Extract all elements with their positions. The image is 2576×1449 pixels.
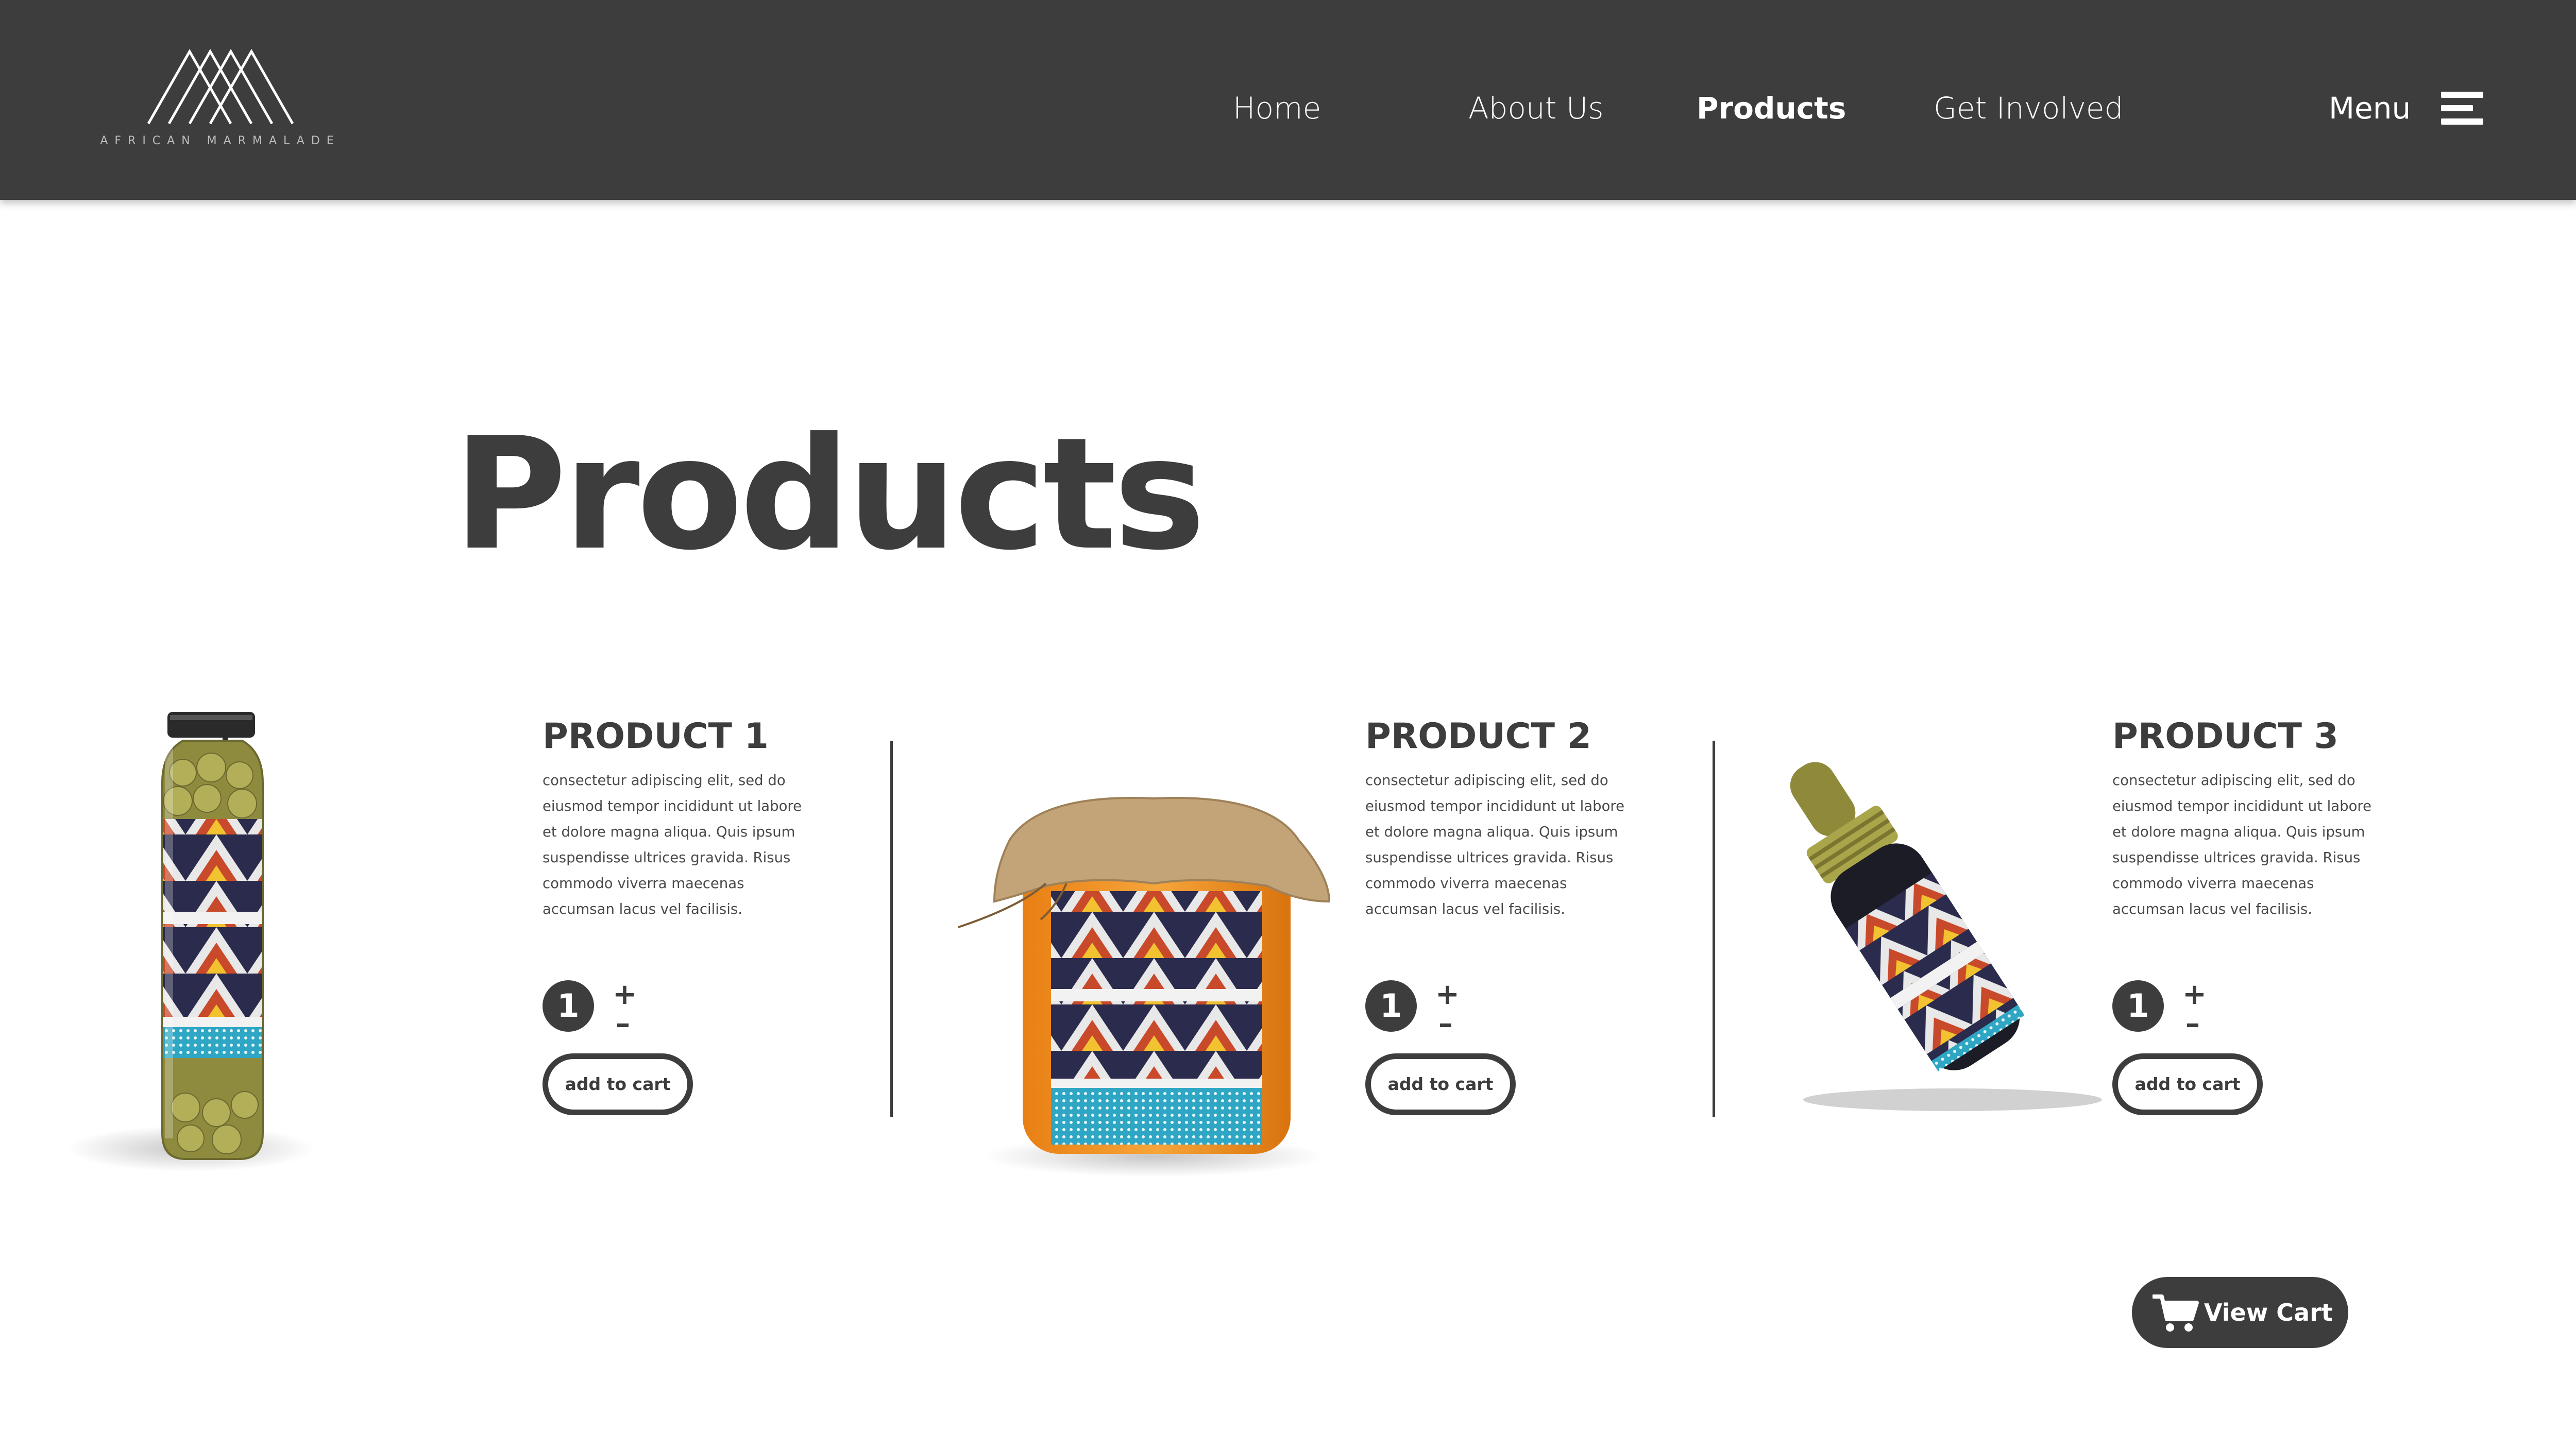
product-1-add-to-cart-button[interactable]: add to cart bbox=[543, 1053, 693, 1115]
product-2-decrement-button[interactable]: – bbox=[1435, 1010, 1456, 1038]
hamburger-icon[interactable] bbox=[2441, 92, 2483, 125]
product-1-quantity: 1 bbox=[543, 980, 594, 1032]
product-1-image bbox=[67, 712, 314, 1172]
product-3-decrement-button[interactable]: – bbox=[2182, 1010, 2203, 1038]
nav-products[interactable]: Products bbox=[1697, 88, 1846, 129]
product-1-name: PRODUCT 1 bbox=[543, 716, 769, 757]
nav-get-involved[interactable]: Get Involved bbox=[1934, 88, 2123, 129]
view-cart-button[interactable]: View Cart bbox=[2132, 1277, 2348, 1348]
product-1-increment-button[interactable]: + bbox=[613, 980, 637, 1009]
product-1-description: consectetur adipiscing elit, sed do eius… bbox=[543, 772, 802, 917]
product-divider bbox=[1713, 741, 1715, 1117]
product-3-name: PRODUCT 3 bbox=[2112, 716, 2338, 757]
shopping-cart-icon bbox=[2153, 1294, 2199, 1332]
nav-about-us[interactable]: About Us bbox=[1468, 88, 1604, 129]
product-2-name: PRODUCT 2 bbox=[1365, 716, 1591, 757]
mountains-logo-icon bbox=[147, 49, 294, 125]
logo-text: AFRICAN MARMALADE bbox=[100, 134, 341, 147]
product-3-add-to-cart-button[interactable]: add to cart bbox=[2112, 1053, 2263, 1115]
view-cart-label: View Cart bbox=[2204, 1299, 2333, 1326]
product-2-increment-button[interactable]: + bbox=[1435, 980, 1460, 1009]
product-2-quantity: 1 bbox=[1365, 980, 1417, 1032]
product-2-image bbox=[958, 797, 1331, 1177]
product-3-description: consectetur adipiscing elit, sed do eius… bbox=[2112, 772, 2372, 917]
product-1-decrement-button[interactable]: – bbox=[613, 1010, 633, 1038]
page-title: Products bbox=[453, 404, 1206, 584]
product-3-increment-button[interactable]: + bbox=[2182, 980, 2207, 1009]
nav-home[interactable]: Home bbox=[1233, 88, 1321, 129]
product-3-image bbox=[1790, 762, 2102, 1111]
product-2-add-to-cart-button[interactable]: add to cart bbox=[1365, 1053, 1516, 1115]
site-header: AFRICAN MARMALADE Home About Us Products… bbox=[0, 0, 2576, 200]
product-divider bbox=[890, 741, 893, 1117]
brand-logo[interactable]: AFRICAN MARMALADE bbox=[93, 49, 348, 152]
menu-label[interactable]: Menu bbox=[2329, 88, 2411, 129]
product-3-quantity: 1 bbox=[2112, 980, 2164, 1032]
product-2-description: consectetur adipiscing elit, sed do eius… bbox=[1365, 772, 1625, 917]
